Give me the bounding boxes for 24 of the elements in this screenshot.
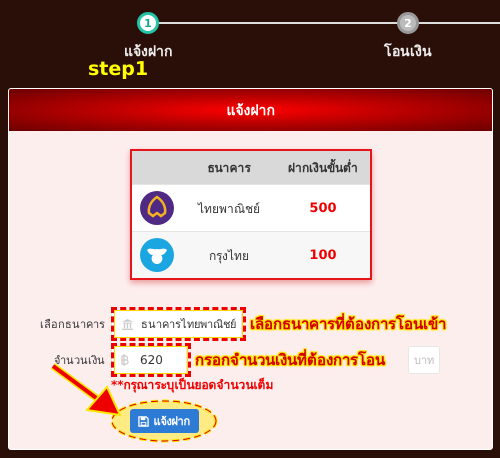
field-label: จำนวนเงิน: [53, 353, 105, 369]
column-header: ธนาคาร: [206, 160, 252, 177]
bank-name: กรุงไทย: [208, 248, 250, 264]
bank-name: ไทยพาณิชย์: [196, 200, 261, 218]
step-number[interactable]: 1: [137, 12, 159, 34]
warning-text: **กรุณาระบุเป็นยอดจำนวนเต็ม: [111, 376, 275, 394]
baht-icon: [121, 354, 129, 366]
minimum-amount: 500: [308, 200, 338, 216]
annotation-text: กรอกจำนวนเงินที่ต้องการโอน: [195, 348, 385, 371]
save-icon: [138, 416, 148, 426]
card-title: แจ้งฝาก: [9, 89, 492, 131]
step-note: step1: [88, 58, 148, 80]
column-header: ฝากเงินขั้นต่ำ: [276, 158, 370, 177]
bank-select[interactable]: ธนาคารไทยพาณิชย์: [111, 310, 242, 338]
submit-button[interactable]: แจ้งฝาก: [130, 409, 198, 433]
currency-addon: บาท: [408, 346, 440, 374]
bank-logo-icon: [140, 238, 174, 272]
bank-icon: [122, 318, 133, 330]
annotation-text: เลือกธนาคารที่ต้องการโอนเข้า: [250, 312, 446, 335]
step-label: แจ้งฝาก: [124, 43, 172, 61]
minimum-amount: 100: [308, 248, 338, 262]
step-label: โอนเงิน: [384, 42, 432, 62]
field-label: เลือกธนาคาร: [39, 317, 105, 333]
bank-logo-icon: [140, 191, 174, 225]
